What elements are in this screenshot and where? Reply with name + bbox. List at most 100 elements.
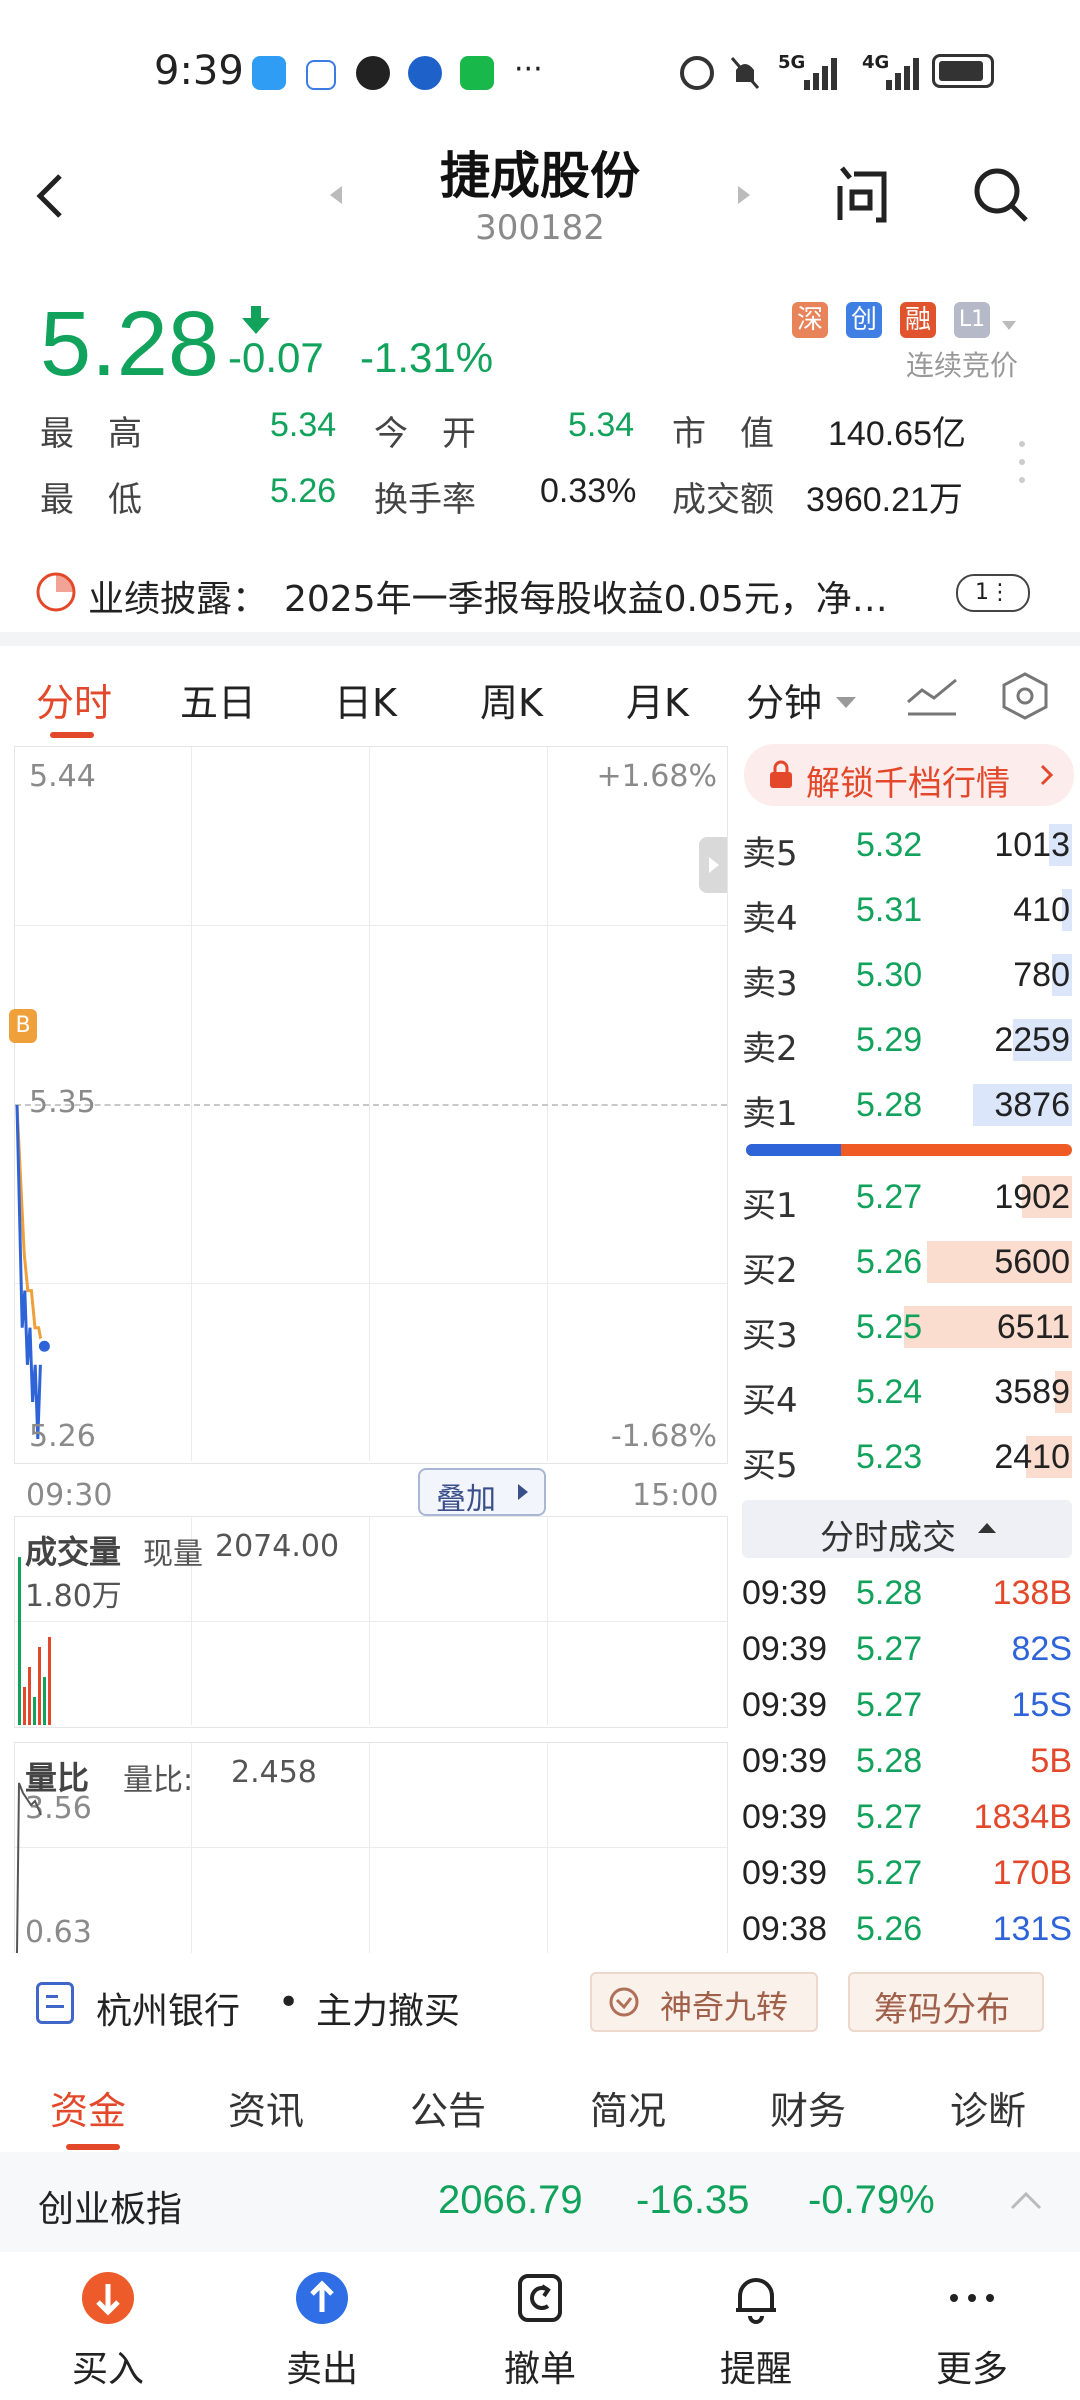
- bid-level[interactable]: 买4 5.24 3589: [742, 1363, 1072, 1423]
- trade-time: 09:39: [742, 1742, 828, 1780]
- bid-level[interactable]: 买2 5.26 5600: [742, 1233, 1072, 1293]
- index-value: 2066.79: [438, 2178, 583, 2222]
- stat-amount-label: 成交额: [672, 480, 774, 520]
- trade-price: 5.27: [856, 1630, 923, 1668]
- chip-distribution-label: 筹码分布: [874, 1990, 1010, 2030]
- tab-minute[interactable]: 分钟: [746, 672, 822, 727]
- volume-ratio-panel[interactable]: 量比 量比: 2.458 3.56 0.63: [14, 1742, 728, 1953]
- pct-axis-max: +1.68%: [596, 759, 717, 794]
- chevron-right-icon: [518, 1484, 528, 1500]
- tab-announcements[interactable]: 公告: [410, 2080, 486, 2135]
- ask-level[interactable]: 卖1 5.28 3876: [742, 1076, 1072, 1136]
- trades-header[interactable]: 分时成交: [742, 1500, 1072, 1558]
- bid-level[interactable]: 买3 5.25 6511: [742, 1298, 1072, 1358]
- chevron-up-icon[interactable]: [1010, 2190, 1042, 2210]
- stock-name: 捷成股份: [440, 147, 640, 205]
- tab-diagnosis[interactable]: 诊断: [950, 2080, 1026, 2135]
- tab-monthly-k[interactable]: 月K: [626, 672, 689, 727]
- ask-level[interactable]: 卖3 5.30 780: [742, 946, 1072, 1006]
- level-qty: 2410: [994, 1438, 1070, 1476]
- intraday-chart[interactable]: B 5.44 5.35 5.26 +1.68% -1.68%: [9, 746, 728, 1464]
- next-stock-icon[interactable]: [736, 184, 752, 210]
- magic-nine-label: 神奇九转: [660, 1988, 789, 2026]
- trade-price: 5.26: [856, 1910, 923, 1948]
- trade-price: 5.28: [856, 1742, 923, 1780]
- time-axis-start: 09:30: [26, 1478, 113, 1513]
- trade-price: 5.27: [856, 1798, 923, 1836]
- ask-icon[interactable]: [832, 164, 892, 224]
- tab-daily-k[interactable]: 日K: [334, 672, 397, 727]
- trade-mode: 连续竞价: [906, 349, 1019, 382]
- report-icon: [34, 570, 78, 618]
- subtab-active-indicator: [66, 2144, 120, 2150]
- index-bar[interactable]: 创业板指 2066.79 -16.35 -0.79%: [0, 2152, 1080, 2252]
- nav-alert-label: 提醒: [719, 2349, 792, 2390]
- chevron-down-icon[interactable]: [1002, 316, 1016, 335]
- more-stats-icon[interactable]: [1018, 440, 1026, 486]
- level-price: 5.24: [856, 1373, 923, 1411]
- volume-panel[interactable]: 成交量 现量 2074.00 1.80万: [14, 1516, 728, 1728]
- ticker-bank[interactable]: 杭州银行: [96, 1982, 240, 2034]
- search-icon[interactable]: [972, 166, 1030, 224]
- level-qty: 1902: [994, 1178, 1070, 1216]
- level-label: 卖3: [742, 964, 798, 1004]
- trade-price: 5.27: [856, 1854, 923, 1892]
- tab-financials[interactable]: 财务: [770, 2080, 846, 2135]
- news-icon: [36, 1982, 74, 2024]
- tag-l1[interactable]: L1: [954, 302, 990, 338]
- level-price: 5.31: [856, 891, 923, 929]
- trade-time: 09:39: [742, 1630, 828, 1668]
- tab-5day[interactable]: 五日: [180, 672, 256, 727]
- earnings-notice[interactable]: 业绩披露： 2025年一季报每股收益0.05元，净… 1⋮: [0, 556, 1080, 626]
- trade-row: 09:39 5.27 82S: [742, 1624, 1072, 1680]
- buy-icon: [80, 2270, 136, 2326]
- ask-level[interactable]: 卖4 5.31 410: [742, 881, 1072, 941]
- trade-volume: 131S: [992, 1910, 1072, 1948]
- nav-alert[interactable]: 提醒: [696, 2270, 816, 2392]
- level-qty: 5600: [994, 1243, 1070, 1281]
- nav-more[interactable]: 更多: [912, 2270, 1032, 2392]
- tab-funds[interactable]: 资金: [50, 2080, 126, 2135]
- price-change: -0.07: [228, 334, 324, 381]
- trade-volume: 5B: [1030, 1742, 1072, 1780]
- ask-level[interactable]: 卖5 5.32 1013: [742, 816, 1072, 876]
- level-label: 卖2: [742, 1029, 798, 1069]
- signal-icon: [804, 54, 844, 94]
- tab-profile[interactable]: 简况: [590, 2080, 666, 2135]
- bid-level[interactable]: 买1 5.27 1902: [742, 1168, 1072, 1228]
- settings-icon[interactable]: [1000, 672, 1050, 724]
- bid-level[interactable]: 买5 5.23 2410: [742, 1428, 1072, 1488]
- level-qty: 410: [1013, 891, 1070, 929]
- overlay-button-label: 叠加: [436, 1482, 496, 1517]
- tag-sz: 深: [792, 302, 828, 338]
- bell-icon: [728, 2270, 784, 2326]
- ask-level[interactable]: 卖2 5.29 2259: [742, 1011, 1072, 1071]
- tab-news[interactable]: 资讯: [228, 2080, 304, 2135]
- unlock-label: 解锁千档行情: [806, 764, 1010, 804]
- level-qty: 3876: [994, 1086, 1070, 1124]
- buy-marker[interactable]: B: [9, 1009, 37, 1043]
- notice-text: 2025年一季报每股收益0.05元，净…: [284, 579, 888, 620]
- tab-intraday[interactable]: 分时: [36, 672, 112, 727]
- indicator-icon[interactable]: [906, 676, 958, 720]
- nav-cancel[interactable]: 撤单: [480, 2270, 600, 2392]
- nav-sell[interactable]: 卖出: [262, 2270, 382, 2392]
- chip-distribution-button[interactable]: 筹码分布: [848, 1972, 1044, 2032]
- overlay-button[interactable]: 叠加: [418, 1468, 546, 1517]
- expand-panel-handle[interactable]: [699, 837, 727, 893]
- magic-nine-button[interactable]: 神奇九转: [590, 1972, 818, 2032]
- level-price: 5.28: [856, 1086, 923, 1124]
- level-price: 5.26: [856, 1243, 923, 1281]
- trade-row: 09:38 5.26 131S: [742, 1904, 1072, 1960]
- level-price: 5.29: [856, 1021, 923, 1059]
- nav-buy[interactable]: 买入: [48, 2270, 168, 2392]
- stat-mcap-value: 140.65亿: [828, 415, 966, 453]
- trade-volume: 15S: [1011, 1686, 1073, 1724]
- tab-weekly-k[interactable]: 周K: [480, 672, 543, 727]
- level-qty: 3589: [994, 1373, 1070, 1411]
- unlock-orderbook-button[interactable]: 解锁千档行情: [744, 744, 1074, 806]
- chevron-down-icon[interactable]: [836, 694, 856, 713]
- notice-count-badge[interactable]: 1⋮: [956, 574, 1030, 612]
- ticker-event[interactable]: 主力撤买: [316, 1982, 460, 2034]
- volume-bars: [18, 1557, 51, 1725]
